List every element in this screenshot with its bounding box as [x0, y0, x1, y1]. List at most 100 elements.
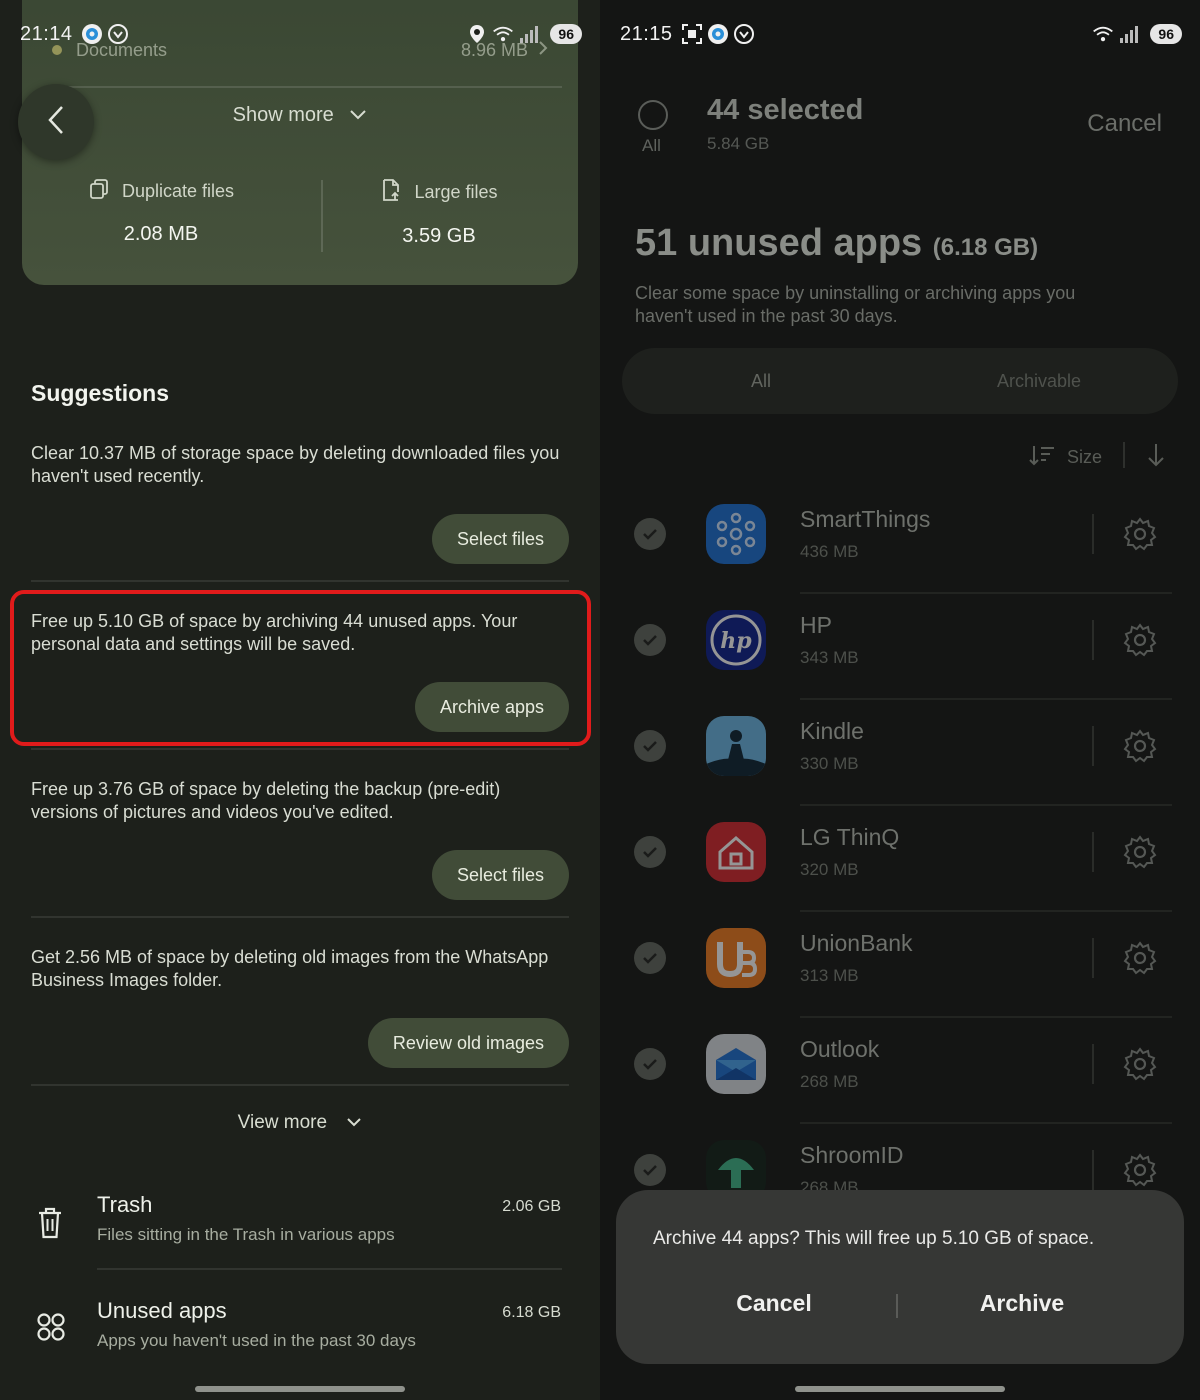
- chevron-left-icon: [47, 105, 65, 140]
- checkbox-checked[interactable]: [634, 624, 666, 656]
- chevron-down-icon: [349, 104, 367, 127]
- page-title-size: (6.18 GB): [932, 234, 1039, 261]
- divider: [31, 580, 569, 582]
- app-size: 343 MB: [800, 648, 859, 667]
- wifi-icon: [492, 23, 514, 45]
- app-notification-icon: [81, 23, 103, 45]
- duplicate-files-stat[interactable]: Duplicate files 2.08 MB: [22, 178, 300, 246]
- select-files-button[interactable]: Select files: [431, 850, 569, 900]
- divider: [31, 748, 569, 750]
- dialog-cancel-button[interactable]: Cancel: [649, 1290, 899, 1317]
- show-more-label: Show more: [232, 104, 334, 126]
- gear-icon[interactable]: [1122, 834, 1158, 870]
- arrow-down-icon: [1146, 444, 1166, 472]
- shield-notification-icon: [107, 23, 129, 45]
- divider: [1092, 1044, 1094, 1084]
- row-subtitle: Files sitting in the Trash in various ap…: [97, 1225, 395, 1244]
- app-name: Kindle: [800, 718, 864, 744]
- trash-row[interactable]: Trash Files sitting in the Trash in vari…: [0, 1192, 600, 1272]
- app-row-unionbank[interactable]: UnionBank 313 MB: [600, 912, 1200, 1018]
- duplicate-files-value: 2.08 MB: [123, 223, 199, 245]
- row-size: 6.18 GB: [502, 1304, 561, 1321]
- row-title: Trash: [97, 1192, 153, 1217]
- dialog-archive-button[interactable]: Archive: [897, 1290, 1147, 1317]
- shield-notification-icon: [733, 23, 755, 45]
- select-all-label: All: [642, 136, 661, 155]
- checkbox-checked[interactable]: [634, 836, 666, 868]
- divider: [1092, 938, 1094, 978]
- suggestion-old-images: Get 2.56 MB of space by deleting old ima…: [31, 946, 569, 1068]
- storage-suggestions-screen: Documents 8.96 MB Show more Duplicate fi…: [0, 0, 600, 1400]
- divider: [1092, 514, 1094, 554]
- app-row-kindle[interactable]: Kindle 330 MB: [600, 700, 1200, 806]
- kindle-icon: [706, 716, 766, 776]
- outlook-icon: [706, 1034, 766, 1094]
- status-bar: 21:14 96: [20, 18, 582, 50]
- large-files-label: Large files: [414, 182, 498, 202]
- cancel-selection-button[interactable]: Cancel: [1087, 110, 1162, 138]
- status-time: 21:14: [20, 22, 73, 45]
- gear-icon[interactable]: [1122, 940, 1158, 976]
- gear-icon[interactable]: [1122, 622, 1158, 658]
- gear-icon[interactable]: [1122, 728, 1158, 764]
- show-more-button[interactable]: Show more: [22, 104, 578, 127]
- screenshot-icon: [681, 23, 703, 45]
- tab-archivable[interactable]: Archivable: [900, 348, 1178, 414]
- select-files-button[interactable]: Select files: [431, 514, 569, 564]
- large-files-stat[interactable]: Large files 3.59 GB: [300, 178, 578, 248]
- highlight-box: [10, 590, 591, 746]
- app-row-smartthings[interactable]: SmartThings 436 MB: [600, 488, 1200, 594]
- home-indicator[interactable]: [795, 1386, 1005, 1392]
- sort-label: Size: [1066, 447, 1102, 467]
- page-title-text: 51 unused apps: [635, 222, 923, 264]
- suggestions-title: Suggestions: [31, 380, 170, 406]
- status-bar: 21:15 96: [620, 18, 1182, 50]
- app-row-outlook[interactable]: Outlook 268 MB: [600, 1018, 1200, 1124]
- battery-indicator: 96: [1150, 24, 1182, 44]
- checkbox-checked[interactable]: [634, 1048, 666, 1080]
- trash-icon: [36, 1206, 66, 1240]
- dialog-message: Archive 44 apps? This will free up 5.10 …: [653, 1228, 1095, 1249]
- home-indicator[interactable]: [195, 1386, 405, 1392]
- battery-indicator: 96: [550, 24, 582, 44]
- app-row-lg-thinq[interactable]: LG ThinQ 320 MB: [600, 806, 1200, 912]
- app-size: 313 MB: [800, 966, 859, 985]
- duplicate-files-icon: [88, 178, 122, 205]
- hp-icon: hp: [706, 610, 766, 670]
- back-button[interactable]: [18, 84, 94, 160]
- unused-apps-row[interactable]: Unused apps Apps you haven't used in the…: [0, 1298, 600, 1378]
- view-more-label: View more: [237, 1112, 328, 1134]
- app-size: 268 MB: [800, 1072, 859, 1091]
- review-old-images-button[interactable]: Review old images: [367, 1018, 569, 1068]
- sort-button[interactable]: Size: [1029, 444, 1102, 471]
- divider: [1092, 726, 1094, 766]
- checkbox-checked[interactable]: [634, 942, 666, 974]
- checkbox-checked[interactable]: [634, 1154, 666, 1186]
- gear-icon[interactable]: [1122, 1152, 1158, 1188]
- divider: [97, 1268, 562, 1270]
- duplicate-files-label: Duplicate files: [121, 181, 235, 201]
- app-row-hp[interactable]: hp HP 343 MB: [600, 594, 1200, 700]
- checkbox-checked[interactable]: [634, 730, 666, 762]
- checkbox-checked[interactable]: [634, 518, 666, 550]
- suggestion-downloads: Clear 10.37 MB of storage space by delet…: [31, 442, 569, 564]
- gear-icon[interactable]: [1122, 1046, 1158, 1082]
- wifi-icon: [1092, 23, 1114, 45]
- selected-count: 44 selected: [707, 94, 864, 126]
- selected-size: 5.84 GB: [707, 134, 770, 153]
- app-name: ShroomID: [800, 1142, 904, 1168]
- gear-icon[interactable]: [1122, 516, 1158, 552]
- view-more-button[interactable]: View more: [0, 1112, 600, 1134]
- divider: [1123, 442, 1125, 468]
- sort-direction-button[interactable]: [1146, 442, 1166, 473]
- select-all-checkbox[interactable]: [638, 100, 668, 130]
- page-title: 51 unused apps (6.18 GB): [635, 222, 1038, 265]
- tab-all[interactable]: All: [622, 348, 900, 414]
- signal-icon: [1118, 23, 1140, 45]
- app-name: LG ThinQ: [800, 824, 900, 850]
- divider: [1092, 832, 1094, 872]
- filter-tabs: All Archivable: [622, 348, 1178, 414]
- divider: [1092, 1150, 1094, 1190]
- divider: [1092, 620, 1094, 660]
- smartthings-icon: [706, 504, 766, 564]
